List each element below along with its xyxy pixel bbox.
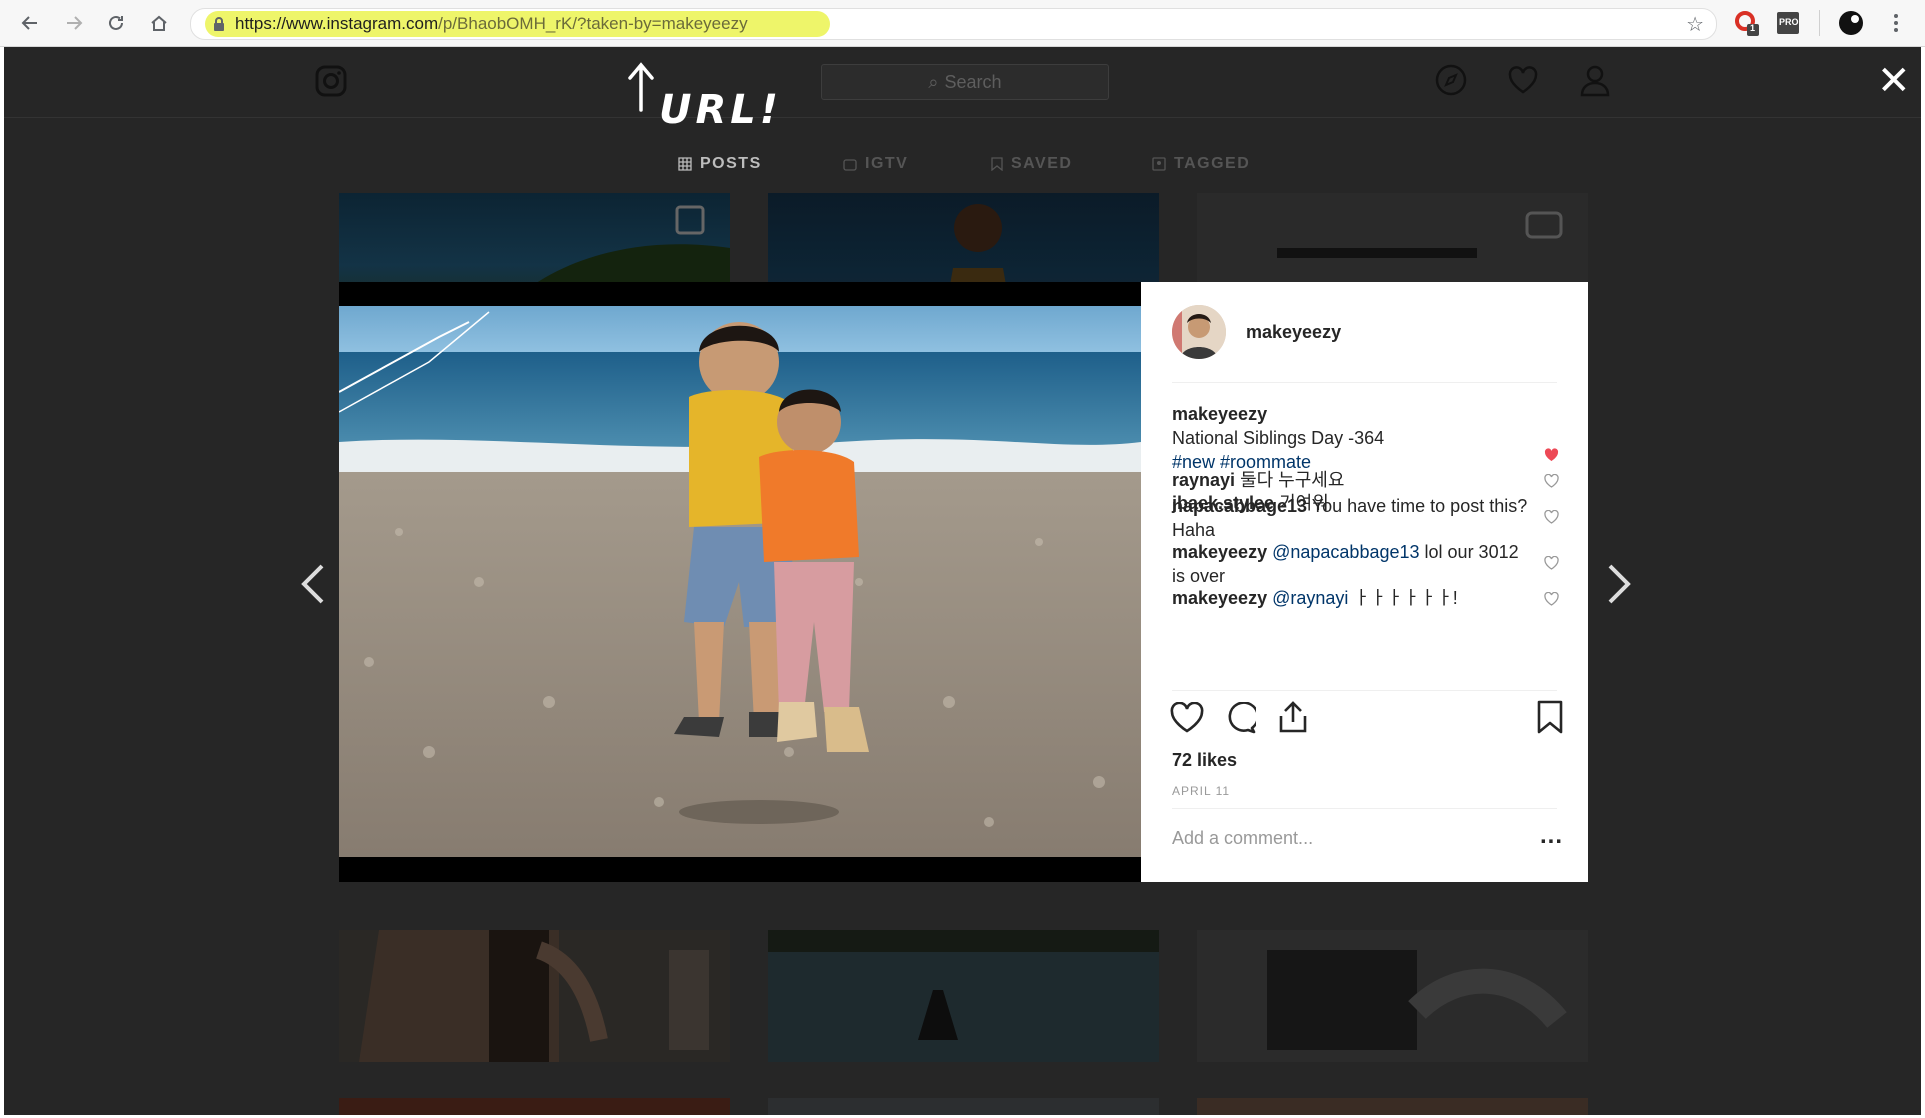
post-side-panel: makeyeezy makeyeezy National Siblings Da…: [1141, 282, 1588, 882]
forward-arrow-icon[interactable]: [58, 7, 90, 39]
url-annotation: URL!: [659, 87, 783, 133]
comment-item: makeyeezy @raynayi ㅏㅏㅏㅏㅏㅏ!: [1172, 586, 1532, 610]
instagram-logo-icon[interactable]: [315, 65, 347, 102]
grid-photo-tile[interactable]: [1197, 1098, 1588, 1115]
search-icon: ⌕: [928, 71, 939, 92]
comment-like-heart-icon[interactable]: [1544, 509, 1559, 529]
share-upload-icon[interactable]: [1277, 700, 1309, 739]
comment-like-heart-icon[interactable]: [1544, 555, 1559, 575]
tab-saved-label: SAVED: [1011, 155, 1073, 172]
explore-compass-icon[interactable]: [1434, 63, 1468, 102]
tab-posts[interactable]: POSTS: [678, 155, 762, 173]
comment-username[interactable]: napacabbage13: [1172, 496, 1307, 516]
extension-pro-icon[interactable]: PRO: [1777, 12, 1799, 34]
tab-igtv-label: IGTV: [865, 155, 909, 172]
tab-igtv[interactable]: IGTV: [843, 155, 908, 173]
reload-icon[interactable]: [100, 7, 132, 39]
grid-photo-tile[interactable]: [339, 930, 730, 1062]
comment-text: 둘다 누구세요: [1240, 470, 1345, 490]
extension-pro-label: PRO: [1779, 17, 1799, 27]
extension-badge: 1: [1750, 23, 1756, 33]
caption-username[interactable]: makeyeezy: [1172, 402, 1552, 426]
header-divider: [1172, 382, 1557, 383]
grid-photo-tile[interactable]: [1197, 930, 1588, 1062]
search-input[interactable]: ⌕ Search: [821, 64, 1109, 100]
comment-item: napacabbage13 You have time to post this…: [1172, 494, 1532, 542]
tv-icon: [843, 159, 857, 171]
grid-photo-tile[interactable]: [339, 1098, 730, 1115]
back-arrow-icon[interactable]: [14, 7, 46, 39]
comment-username[interactable]: raynayi: [1172, 470, 1235, 490]
browser-toolbar: https://www.instagram.com/p/BhaobOMH_rK/…: [0, 0, 1925, 47]
url-domain: https://www.instagram.com: [235, 14, 439, 33]
footer-divider: [1172, 808, 1557, 809]
annotation-arrow: [626, 62, 656, 117]
comment-like-filled-heart-icon[interactable]: [1544, 448, 1559, 467]
comment-like-heart-icon[interactable]: [1544, 591, 1559, 611]
comment-username[interactable]: makeyeezy: [1172, 588, 1267, 608]
comment-text: ㅏㅏㅏㅏㅏㅏ!: [1353, 588, 1458, 608]
like-heart-icon[interactable]: [1170, 701, 1204, 739]
comment-username[interactable]: makeyeezy: [1172, 542, 1267, 562]
search-placeholder: Search: [944, 71, 1002, 92]
profile-tabs: POSTS IGTV SAVED TAGGED: [4, 151, 1921, 181]
save-bookmark-icon[interactable]: [1536, 700, 1564, 739]
tab-tagged[interactable]: TAGGED: [1152, 155, 1250, 173]
home-icon[interactable]: [143, 7, 175, 39]
caption-text: National Siblings Day -364: [1172, 428, 1385, 448]
grid-photo-tile[interactable]: [768, 930, 1159, 1062]
comment-bubble-icon[interactable]: [1224, 701, 1260, 739]
comment-item: raynayi 둘다 누구세요: [1172, 468, 1532, 492]
profile-person-icon[interactable]: [1578, 63, 1612, 102]
post-caption: makeyeezy National Siblings Day -364 #ne…: [1172, 402, 1552, 474]
add-comment-input[interactable]: [1172, 828, 1462, 849]
grid-icon: [678, 157, 692, 171]
profile-avatar-icon[interactable]: [1838, 10, 1864, 36]
url-path: /p/BhaobOMH_rK/?taken-by=makeyeezy: [438, 14, 748, 33]
comment-like-heart-icon[interactable]: [1544, 473, 1559, 493]
comment-item: makeyeezy @napacabbage13 lol our 3012 is…: [1172, 540, 1532, 588]
comments-divider: [1172, 690, 1557, 691]
comment-mention[interactable]: @raynayi: [1272, 588, 1348, 608]
author-username[interactable]: makeyeezy: [1246, 322, 1341, 343]
tab-tagged-label: TAGGED: [1174, 155, 1251, 172]
bookmark-icon: [991, 157, 1003, 171]
tag-person-icon: [1152, 157, 1166, 171]
kebab-menu-icon[interactable]: [1880, 7, 1912, 39]
author-avatar[interactable]: [1172, 305, 1226, 359]
post-author-row: makeyeezy: [1172, 304, 1341, 360]
likes-count[interactable]: 72 likes: [1172, 750, 1237, 771]
grid-photo-tile[interactable]: [768, 1098, 1159, 1115]
instagram-header: ⌕ Search URL!: [4, 47, 1921, 133]
star-icon[interactable]: ☆: [1686, 12, 1704, 37]
post-date[interactable]: APRIL 11: [1172, 784, 1230, 798]
close-modal-icon[interactable]: ✕: [1877, 61, 1911, 101]
address-bar[interactable]: https://www.instagram.com/p/BhaobOMH_rK/…: [190, 8, 1717, 40]
activity-heart-icon[interactable]: [1506, 63, 1540, 102]
comment-mention[interactable]: @napacabbage13: [1272, 542, 1419, 562]
extension-red-icon[interactable]: 1: [1734, 10, 1760, 36]
tab-saved[interactable]: SAVED: [991, 155, 1072, 173]
url-text: https://www.instagram.com/p/BhaobOMH_rK/…: [235, 14, 748, 34]
toolbar-divider: [1819, 10, 1820, 36]
lock-icon: [213, 17, 225, 36]
next-post-arrow-icon[interactable]: [1606, 562, 1632, 615]
tab-posts-label: POSTS: [700, 155, 762, 172]
more-options-button[interactable]: ...: [1540, 822, 1563, 850]
post-photo: [338, 282, 1141, 882]
previous-post-arrow-icon[interactable]: [300, 562, 326, 615]
